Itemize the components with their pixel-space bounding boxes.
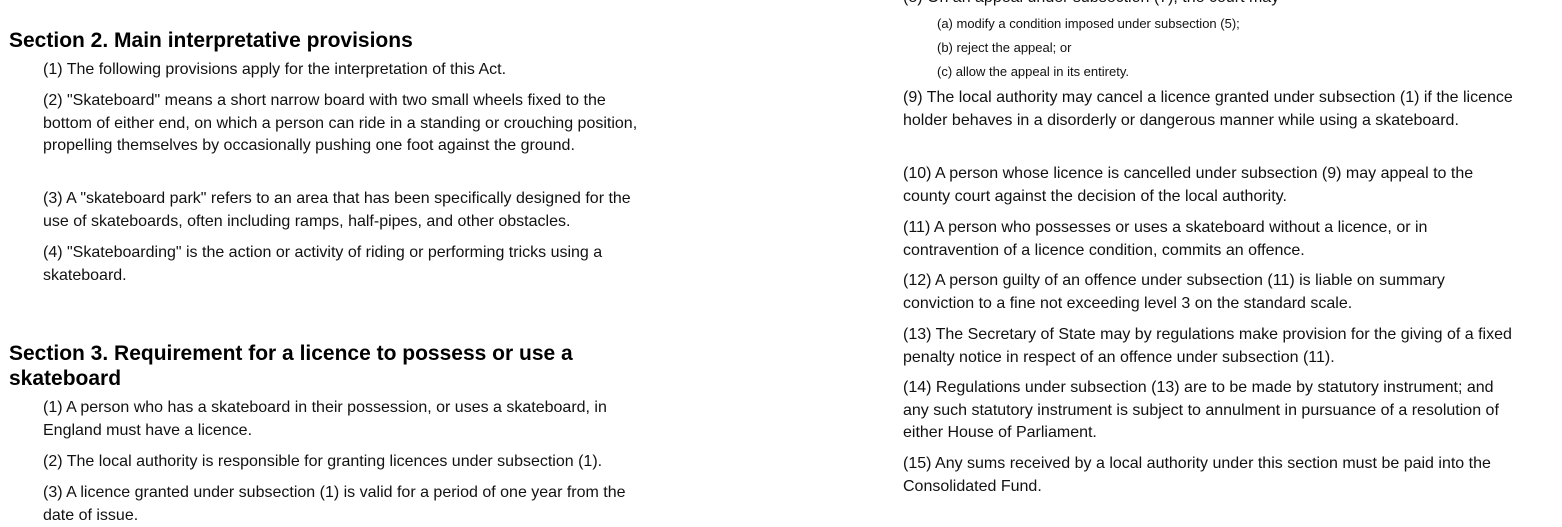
sub-item-c: (c) allow the appeal in its entirety. [937,64,1129,79]
subsection-15: (15) Any sums received by a local author… [903,455,1491,495]
section-3-para-3: (3) A licence granted under subsection (… [43,484,626,524]
sub-item-b: (b) reject the appeal; or [937,40,1072,55]
section-3-para-2: (2) The local authority is responsible f… [43,453,603,470]
subsection-9: (9) The local authority may cancel a lic… [903,89,1513,129]
subsection-10: (10) A person whose licence is cancelled… [903,165,1474,205]
section-2-para-3: (3) A "skateboard park" refers to an are… [43,190,631,230]
sub-item-a: (a) modify a condition imposed under sub… [937,16,1240,31]
subsection-12: (12) A person guilty of an offence under… [903,272,1445,312]
section-2-para-2: (2) "Skateboard" means a short narrow bo… [43,92,638,154]
section-2-para-1: (1) The following provisions apply for t… [43,61,507,78]
section-2-heading: Section 2. Main interpretative provision… [9,29,413,52]
clipped-subsection-8: (8) On an appeal under subsection (7), t… [903,0,1279,9]
subsection-11: (11) A person who possesses or uses a sk… [903,219,1428,259]
section-3-heading: Section 3. Requirement for a licence to … [9,342,573,390]
section-3-para-1: (1) A person who has a skateboard in the… [43,399,607,439]
subsection-13: (13) The Secretary of State may by regul… [903,326,1512,366]
subsection-14: (14) Regulations under subsection (13) a… [903,379,1499,441]
section-2-para-4: (4) "Skateboarding" is the action or act… [43,244,603,284]
